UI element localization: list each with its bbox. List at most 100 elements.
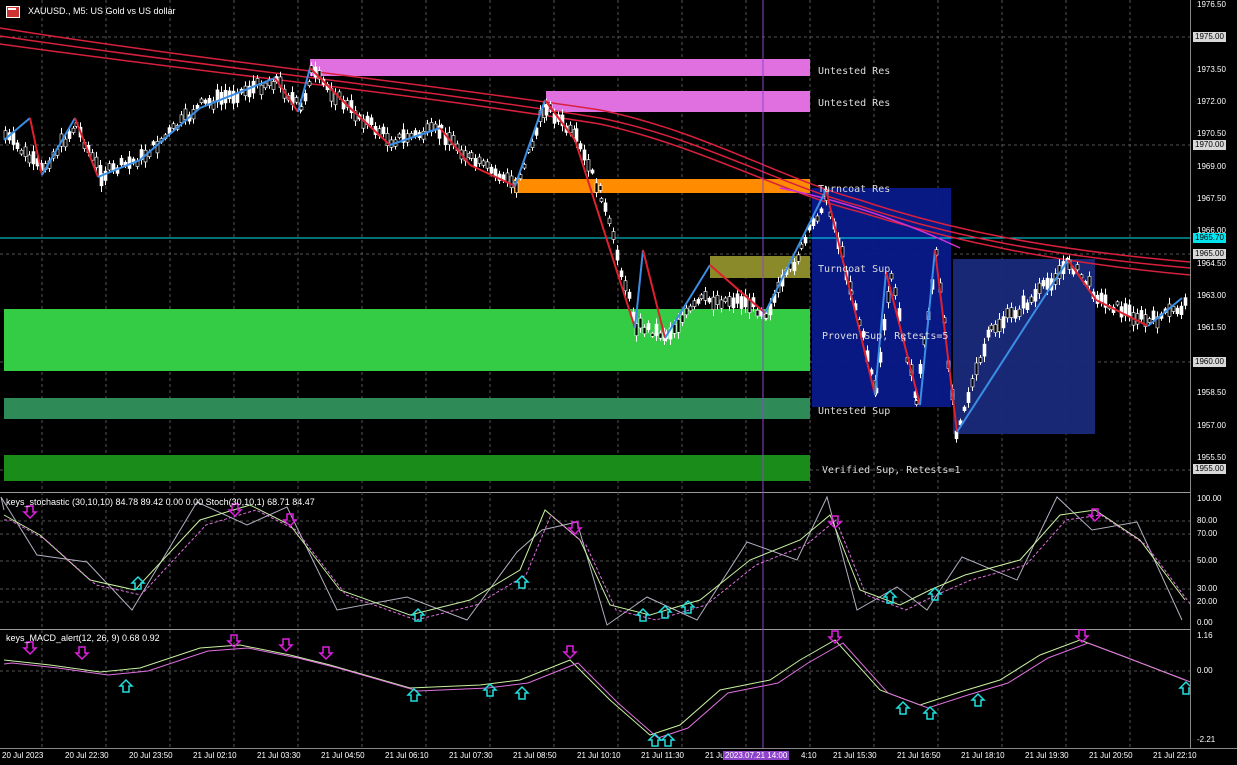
candle-body xyxy=(481,160,486,166)
time-label: 21 Jul 06:10 xyxy=(385,751,429,760)
arrow-up-icon xyxy=(514,574,530,589)
zigzag-segment xyxy=(274,77,299,113)
candle-body xyxy=(731,297,736,309)
candle-body xyxy=(680,314,685,323)
zone-label: Turncoat Res xyxy=(818,184,891,195)
time-label: 20 Jul 2023 xyxy=(2,751,44,760)
zigzag-segment xyxy=(29,117,43,176)
price-label: 1961.50 xyxy=(1197,323,1226,332)
candle-body xyxy=(815,215,820,222)
price-label: 1967.50 xyxy=(1197,194,1226,203)
arrow-down-icon xyxy=(562,645,578,660)
moving-average-line xyxy=(0,43,1190,276)
candle-body xyxy=(803,237,808,244)
candle-body xyxy=(271,81,276,90)
candle-body xyxy=(747,299,752,313)
candle-body xyxy=(598,185,603,191)
candle-body xyxy=(307,81,312,86)
price-label: 1958.50 xyxy=(1197,388,1226,397)
candle-body xyxy=(642,327,647,335)
candle-body xyxy=(505,172,510,183)
time-label: 21 Jul 04:50 xyxy=(321,751,365,760)
price-label: 1965.00 xyxy=(1193,249,1226,259)
stoch-level: 100.00 xyxy=(1197,494,1222,503)
cursor-time-label: 2023.07.21 14:00 xyxy=(723,751,790,760)
macd-level: -2.21 xyxy=(1197,735,1216,744)
price-label: 1970.50 xyxy=(1197,129,1226,138)
candle-body xyxy=(699,294,704,299)
candle-body xyxy=(1021,295,1026,309)
macd-level: 1.16 xyxy=(1197,631,1213,640)
price-label: 1955.00 xyxy=(1193,464,1226,474)
stoch-level: 70.00 xyxy=(1197,529,1218,538)
zone-label: Turncoat Sup xyxy=(818,264,891,275)
candle-body xyxy=(993,324,998,333)
arrow-down-icon xyxy=(827,630,843,645)
zigzag-segment xyxy=(74,117,99,178)
candle-body xyxy=(231,90,236,104)
candle-body xyxy=(755,310,760,317)
candle-body xyxy=(799,243,804,249)
candle-body xyxy=(650,333,655,337)
range-box-2 xyxy=(953,259,1095,434)
zone-label: Proven Sup, Retests=5 xyxy=(822,331,949,342)
arrow-down-icon xyxy=(22,641,38,656)
candle-body xyxy=(792,262,797,272)
candle-body xyxy=(179,114,184,123)
candle-body xyxy=(819,208,824,213)
candle-body xyxy=(119,157,124,166)
stoch-level: 20.00 xyxy=(1197,597,1218,606)
arrow-down-icon xyxy=(278,638,294,653)
candle-body xyxy=(696,299,701,304)
time-label: 21 Jul 11:30 xyxy=(641,751,684,760)
candle-body xyxy=(1009,307,1014,318)
candle-body xyxy=(703,291,708,301)
arrow-down-icon xyxy=(318,646,334,661)
candle-body xyxy=(485,161,490,169)
time-label: 21 Jul 16:50 xyxy=(897,751,941,760)
candle-body xyxy=(711,296,716,310)
price-label: 1969.00 xyxy=(1197,162,1226,171)
price-label: 1975.00 xyxy=(1193,32,1226,42)
candle-body xyxy=(997,318,1002,332)
time-label: 21 Jul 18:10 xyxy=(961,751,1005,760)
candle-body xyxy=(796,254,801,262)
zigzag-segment xyxy=(3,117,31,141)
candle-body xyxy=(1025,302,1030,310)
candle-body xyxy=(127,156,132,169)
candle-body xyxy=(611,231,616,240)
arrow-up-icon xyxy=(635,607,651,622)
candle-body xyxy=(607,217,612,224)
candle-body xyxy=(23,146,28,157)
zigzag-segment xyxy=(297,67,311,113)
candle-body xyxy=(183,108,188,120)
price-label: 1963.00 xyxy=(1197,291,1226,300)
candle-body xyxy=(522,164,527,169)
candle-body xyxy=(425,123,430,133)
candle-body xyxy=(1183,297,1188,306)
candle-body xyxy=(1075,264,1080,271)
zone-label: Untested Res xyxy=(818,66,891,77)
stoch-level: 80.00 xyxy=(1197,516,1218,525)
time-label: 21 Jul 10:10 xyxy=(577,751,621,760)
candle-body xyxy=(619,270,624,278)
candle-body xyxy=(294,97,299,103)
candle-body xyxy=(71,127,76,133)
arrow-up-icon xyxy=(922,705,938,720)
candle-body xyxy=(67,131,72,139)
candle-body xyxy=(974,362,979,376)
candle-body xyxy=(94,156,99,168)
chart-canvas xyxy=(0,0,1190,748)
arrow-up-icon xyxy=(1178,680,1190,695)
candle-body xyxy=(986,329,991,338)
candle-body xyxy=(473,158,478,167)
stoch-level: 50.00 xyxy=(1197,556,1218,565)
candle-body xyxy=(707,297,712,303)
zone-untested-res-1 xyxy=(310,59,810,76)
candle-body xyxy=(1179,305,1184,315)
candle-body xyxy=(739,296,744,309)
candle-body xyxy=(989,324,994,331)
arrow-up-icon xyxy=(895,700,911,715)
candle-body xyxy=(615,249,620,261)
candle-body xyxy=(582,149,587,161)
